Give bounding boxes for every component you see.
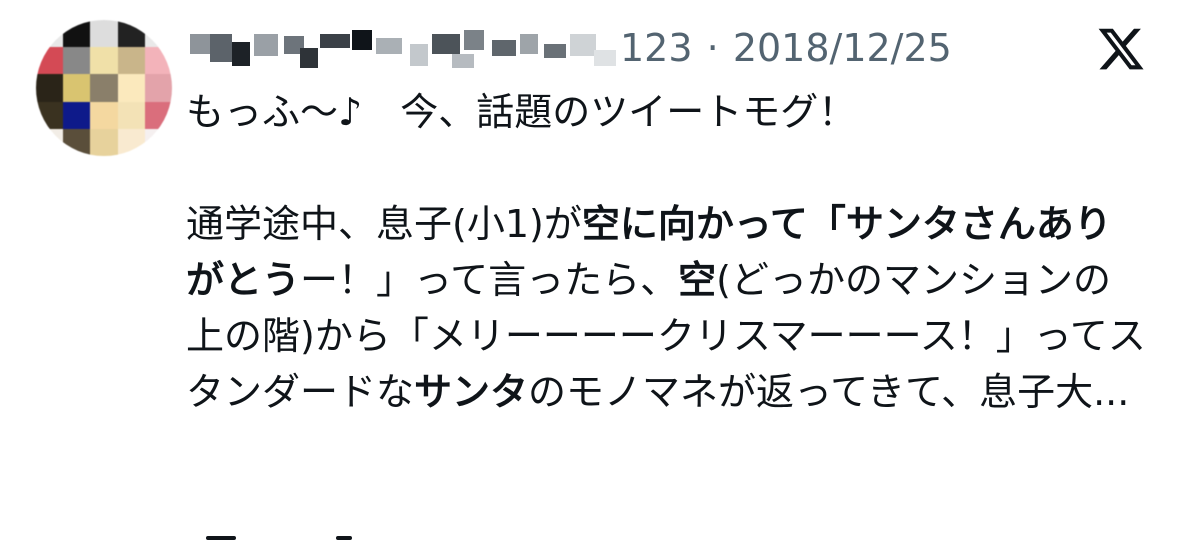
avatar[interactable] — [36, 20, 172, 156]
post-date[interactable]: 2018/12/25 — [733, 26, 952, 70]
post-text: もっふ〜♪ 今、話題のツイートモグ！ 通学途中、息子(小1)が空に向かって「サン… — [186, 84, 1146, 420]
post-body: 通学途中、息子(小1)が空に向かって「サンタさんありがとうー！」って言ったら、空… — [186, 196, 1146, 420]
body-segment: のモノマネが返ってきて、息子大... — [528, 370, 1130, 414]
post-card: 123 · 2018/12/25 もっふ〜♪ 今、話題のツイートモグ！ 通学途中… — [0, 0, 1179, 542]
user-name-pixelated[interactable] — [188, 30, 618, 72]
post-intro: もっふ〜♪ 今、話題のツイートモグ！ — [186, 90, 857, 134]
body-segment: 通学途中、息子(小1)が — [186, 202, 582, 246]
next-line-cutoff — [186, 528, 406, 542]
body-segment: ー！」って言ったら、 — [300, 258, 679, 302]
x-logo-icon[interactable] — [1096, 24, 1146, 74]
body-segment-bold: 空 — [678, 258, 717, 302]
handle-suffix: 123 — [620, 26, 693, 70]
meta-separator: · — [706, 26, 719, 70]
body-segment-bold: サンタ — [414, 370, 529, 414]
post-meta: 123 · 2018/12/25 — [620, 24, 952, 72]
